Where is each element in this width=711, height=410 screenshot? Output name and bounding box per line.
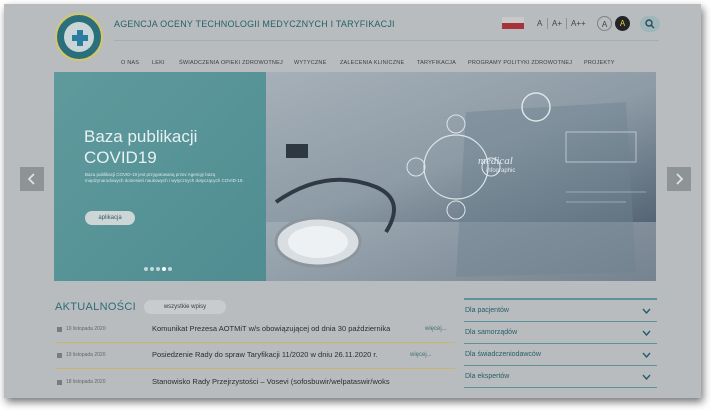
contrast-normal-button[interactable]: A [597,16,612,31]
news-heading: AKTUALNOŚCI [55,301,136,313]
hero-title-line1: Baza publikacji [84,127,198,146]
infographic-graphic-label: infographic [486,168,516,174]
header-divider [114,40,659,41]
news-title[interactable]: Stanowisko Rady Przejrzystości – Vosevi … [152,377,455,386]
medical-graphic-label: medical [478,155,513,167]
font-size-larger[interactable]: A++ [571,19,586,28]
calendar-icon [57,327,62,332]
contrast-high-button[interactable]: A [615,16,630,31]
news-date: 19 listopada 2020 [66,326,106,332]
page: AGENCJA OCENY TECHNOLOGII MEDYCZNYCH I T… [4,4,701,398]
hero-title-line2: COVID19 [84,148,157,167]
hero-description: Baza publikacji COVID-19 jest przygotowa… [85,172,244,184]
nav-item-programy[interactable]: PROGRAMY POLITYKI ZDROWOTNEJ [468,60,572,66]
slider-prev-button[interactable] [20,167,44,191]
accordion-providers[interactable]: Dla świadczeniodawców [464,344,657,366]
chevron-right-icon [676,173,684,185]
font-size-large[interactable]: A+ [552,19,562,28]
font-size-divider [566,18,567,29]
hero-text-panel: Baza publikacji COVID19 Baza publikacji … [54,72,266,281]
accordion-local-government[interactable]: Dla samorządów [464,322,657,344]
slider-dot[interactable] [156,267,160,271]
chevron-down-icon [642,374,651,380]
slider-dot-active[interactable] [162,267,166,271]
slider-dot[interactable] [168,267,172,271]
chevron-down-icon [642,330,651,336]
calendar-icon [57,353,62,358]
nav-item-wytyczne[interactable]: WYTYCZNE [294,60,326,66]
polish-flag-icon[interactable] [502,17,524,29]
hero-app-button[interactable]: aplikacja [85,211,135,225]
nav-item-o-nas[interactable]: O NAS [121,60,139,66]
news-title[interactable]: Komunikat Prezesa AOTMiT w/s obowiązując… [152,324,390,333]
news-item[interactable]: 19 listopada 2020 Posiedzenie Rady do sp… [55,343,455,369]
slider-dot[interactable] [144,267,148,271]
slider-dot[interactable] [150,267,154,271]
news-more-link[interactable]: więcej... [410,352,432,358]
accordion-label: Dla pacjentów [465,307,509,314]
chevron-down-icon [642,308,651,314]
site-title[interactable]: AGENCJA OCENY TECHNOLOGII MEDYCZNYCH I T… [114,19,395,29]
nav-item-swiadczenia[interactable]: ŚWIADCZENIA OPIEKI ZDROWOTNEJ [179,60,283,66]
main-nav: O NAS LEKI ŚWIADCZENIA OPIEKI ZDROWOTNEJ… [4,60,701,72]
nav-item-taryfikacja[interactable]: TARYFIKACJA [417,60,456,66]
chevron-left-icon [27,173,35,185]
accordion-patients[interactable]: Dla pacjentów [464,300,657,322]
agency-logo[interactable] [55,13,103,61]
accordion-label: Dla samorządów [465,329,518,336]
nav-item-zalecenia[interactable]: ZALECENIA KLINICZNE [340,60,404,66]
stethoscope-image [266,92,656,281]
hero-image: medical infographic [266,72,656,281]
font-size-normal[interactable]: A [537,19,542,28]
news-more-link[interactable]: więcej... [425,326,447,332]
nav-item-leki[interactable]: LEKI [152,60,165,66]
search-button[interactable] [640,16,660,32]
nav-item-projekty[interactable]: PROJEKTY [584,60,615,66]
all-posts-button[interactable]: wszystkie wpisy [144,300,226,314]
news-divider [55,368,455,369]
chevron-down-icon [642,352,651,358]
news-date: 18 listopada 2020 [66,379,106,385]
accordion-divider [464,387,657,388]
news-date: 19 listopada 2020 [66,352,106,358]
search-icon [645,19,655,29]
hero-title: Baza publikacji COVID19 [84,126,197,168]
calendar-icon [57,380,62,385]
accordion-label: Dla świadczeniodawców [465,351,541,358]
accordion-label: Dla ekspertów [465,373,510,380]
news-item[interactable]: 19 listopada 2020 Komunikat Prezesa AOTM… [55,317,455,343]
accordion-experts[interactable]: Dla ekspertów [464,366,657,388]
logo-emblem [64,22,94,52]
news-title[interactable]: Posiedzenie Rady do spraw Taryfikacji 11… [152,350,378,359]
news-item[interactable]: 18 listopada 2020 Stanowisko Rady Przejr… [55,370,455,396]
hero-slider[interactable]: Baza publikacji COVID19 Baza publikacji … [54,72,656,281]
slider-next-button[interactable] [667,167,691,191]
font-size-divider [547,18,548,29]
